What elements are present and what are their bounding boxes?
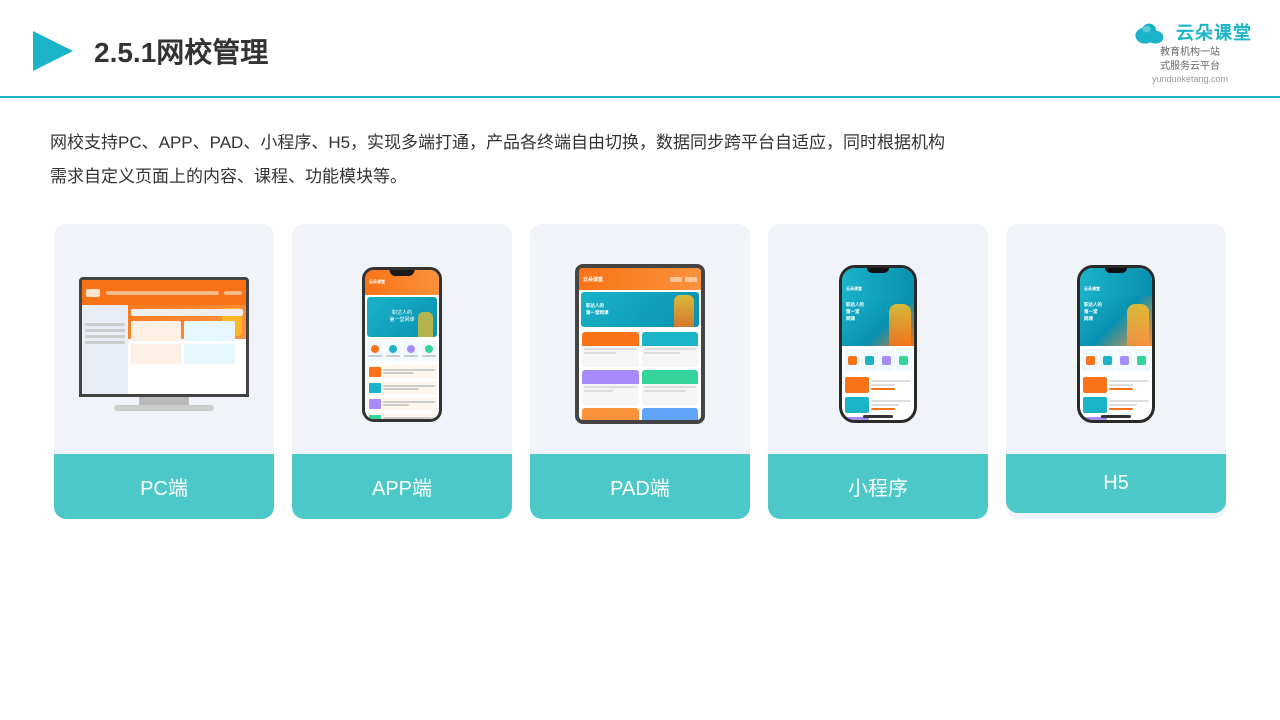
miniprogram-course-item (845, 396, 911, 414)
h5-phone-screen: 云朵课堂 职达人的第一堂网课 (1080, 268, 1152, 420)
pad-body: 云朵课堂 职达人的第一堂网课 (575, 264, 705, 424)
play-icon (28, 26, 78, 76)
miniprogram-grid (842, 346, 914, 374)
miniprogram-banner-person (889, 304, 911, 346)
h5-grid-item (1134, 349, 1150, 371)
h5-banner: 职达人的第一堂网课 (1080, 296, 1152, 346)
pc-screen-content: 职达人的第一堂网课 (82, 280, 246, 394)
pc-screen: 职达人的第一堂网课 (79, 277, 249, 397)
miniprogram-phone-mockup: 云朵课堂 职达人的第一堂网课 (839, 265, 917, 423)
page-title: 2.5.1网校管理 (94, 31, 268, 71)
app-course-list (365, 363, 439, 419)
h5-phone-body: 云朵课堂 职达人的第一堂网课 (1077, 265, 1155, 423)
pad-label: PAD端 (530, 454, 750, 519)
app-course-item (367, 381, 437, 395)
h5-card: 云朵课堂 职达人的第一堂网课 (1006, 224, 1226, 519)
pad-header: 云朵课堂 (579, 268, 701, 290)
pc-mockup: 职达人的第一堂网课 (79, 277, 249, 411)
pad-image-area: 云朵课堂 职达人的第一堂网课 (530, 224, 750, 454)
description-text: 网校支持PC、APP、PAD、小程序、H5，实现多端打通，产品各终端自由切换，数… (50, 126, 1230, 194)
app-card: 云朵课堂 职达人的第一堂网课 (292, 224, 512, 519)
h5-banner-person (1127, 304, 1149, 346)
h5-grid-item (1082, 349, 1098, 371)
h5-course-item (1083, 376, 1149, 394)
app-phone-screen: 云朵课堂 职达人的第一堂网课 (365, 270, 439, 419)
miniprogram-banner-text: 职达人的第一堂网课 (846, 302, 864, 322)
app-phone-notch (390, 270, 415, 276)
pad-card: 云朵课堂 职达人的第一堂网课 (530, 224, 750, 519)
app-image-area: 云朵课堂 职达人的第一堂网课 (292, 224, 512, 454)
pad-course-card (642, 332, 699, 367)
miniprogram-grid-item (844, 349, 860, 371)
miniprogram-courses (842, 374, 914, 420)
logo-url: yunduoketang.com (1152, 74, 1228, 84)
pc-sidebar (82, 305, 128, 394)
pad-screen-body (579, 329, 701, 420)
miniprogram-grid-item (896, 349, 912, 371)
miniprogram-grid-item (861, 349, 877, 371)
miniprogram-card: 云朵课堂 职达人的第一堂网课 (768, 224, 988, 519)
miniprogram-home-bar (863, 415, 893, 418)
cloud-icon (1128, 18, 1170, 46)
logo-name: 云朵课堂 (1176, 19, 1252, 45)
app-course-item (367, 413, 437, 419)
header: 2.5.1网校管理 云朵课堂 教育机构一站式服务云平台 yunduoketang… (0, 0, 1280, 98)
miniprogram-course-item (845, 376, 911, 394)
pad-course-card (582, 408, 639, 420)
app-label: APP端 (292, 454, 512, 519)
pc-image-area: 职达人的第一堂网课 (54, 224, 274, 454)
miniprogram-grid-item (879, 349, 895, 371)
app-course-item (367, 397, 437, 411)
h5-grid (1080, 346, 1152, 374)
app-phone-banner: 职达人的第一堂网课 (367, 297, 437, 337)
miniprogram-phone-notch (867, 268, 889, 273)
main-content: 网校支持PC、APP、PAD、小程序、H5，实现多端打通，产品各终端自由切换，数… (0, 98, 1280, 539)
cards-container: 职达人的第一堂网课 (50, 224, 1230, 519)
pc-screen-rows (131, 309, 243, 364)
pad-course-card (642, 408, 699, 420)
pad-screen: 云朵课堂 职达人的第一堂网课 (579, 268, 701, 420)
h5-phone-mockup: 云朵课堂 职达人的第一堂网课 (1077, 265, 1155, 423)
app-banner-person (418, 312, 433, 337)
pad-course-card (642, 370, 699, 405)
h5-courses (1080, 374, 1152, 420)
app-grid-item (385, 341, 401, 361)
h5-banner-text: 职达人的第一堂网课 (1084, 302, 1102, 322)
app-phone-grid (365, 339, 439, 363)
miniprogram-phone-screen: 云朵课堂 职达人的第一堂网课 (842, 268, 914, 420)
h5-label: H5 (1006, 454, 1226, 513)
miniprogram-banner: 职达人的第一堂网课 (842, 296, 914, 346)
pc-base (114, 405, 214, 411)
app-grid-item (403, 341, 419, 361)
logo-area: 云朵课堂 教育机构一站式服务云平台 yunduoketang.com (1128, 18, 1252, 84)
pc-stand (139, 397, 189, 405)
logo-tagline: 教育机构一站式服务云平台 (1160, 46, 1220, 74)
pc-header-bar (82, 280, 246, 305)
h5-image-area: 云朵课堂 职达人的第一堂网课 (1006, 224, 1226, 454)
pc-header-logo (86, 289, 100, 297)
h5-grid-item (1117, 349, 1133, 371)
app-phone-body: 云朵课堂 职达人的第一堂网课 (362, 267, 442, 422)
miniprogram-label: 小程序 (768, 454, 988, 519)
app-grid-item (367, 341, 383, 361)
miniprogram-phone-body: 云朵课堂 职达人的第一堂网课 (839, 265, 917, 423)
header-left: 2.5.1网校管理 (28, 26, 268, 76)
pc-label: PC端 (54, 454, 274, 519)
app-banner-text: 职达人的第一堂网课 (389, 310, 414, 324)
logo-cloud: 云朵课堂 (1128, 18, 1252, 46)
app-phone-mockup: 云朵课堂 职达人的第一堂网课 (362, 267, 442, 422)
h5-phone-notch (1105, 268, 1127, 273)
miniprogram-image-area: 云朵课堂 职达人的第一堂网课 (768, 224, 988, 454)
h5-course-item (1083, 396, 1149, 414)
pad-mockup: 云朵课堂 职达人的第一堂网课 (575, 264, 705, 424)
pad-course-card (582, 370, 639, 405)
app-grid-item (421, 341, 437, 361)
h5-home-bar (1101, 415, 1131, 418)
h5-grid-item (1099, 349, 1115, 371)
app-course-item (367, 365, 437, 379)
pad-course-card (582, 332, 639, 367)
pc-card: 职达人的第一堂网课 (54, 224, 274, 519)
